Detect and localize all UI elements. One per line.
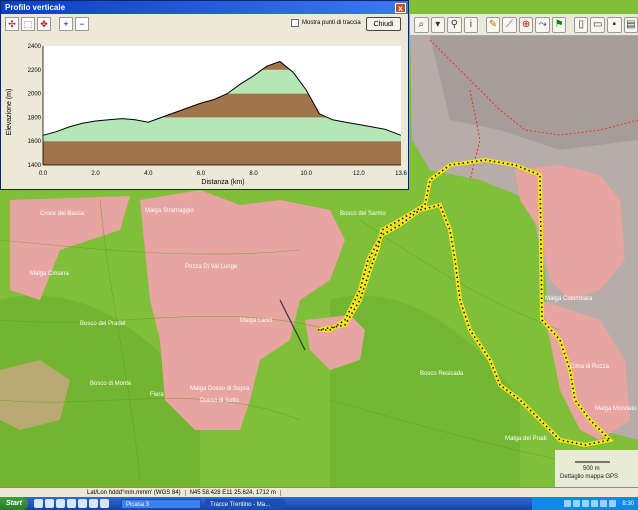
map-label: Pozza Di Val Lunge [185, 264, 238, 270]
x-tick-label: 0.0 [39, 171, 48, 177]
tray-icon[interactable] [573, 500, 581, 507]
close-icon[interactable]: x [395, 2, 406, 13]
map-label: Bosco del Sarmo [340, 211, 386, 217]
map-label: Malga Mondato [595, 406, 637, 412]
y-tick-label: 2200 [28, 68, 42, 74]
map-label: Fiera [150, 392, 164, 398]
tray-icon[interactable] [600, 500, 608, 507]
search-icon[interactable]: ⚲ [447, 16, 462, 33]
y-tick-label: 1400 [28, 163, 42, 169]
map-label: Bosco Resicada [420, 371, 464, 377]
measure-icon[interactable]: ⟋ [502, 16, 517, 33]
track-icon[interactable]: ⤳ [535, 16, 550, 33]
pencil-icon[interactable]: ✎ [485, 16, 501, 33]
tray-icon[interactable] [591, 500, 599, 507]
profile-toolbar: ✣ ⬚ ✥ + − Mostra punti di traccia Chiudi [1, 14, 408, 34]
zoom-in-icon[interactable]: + [59, 17, 73, 31]
x-axis-label: Distanza (km) [201, 179, 244, 186]
windows-taskbar: Start Picasa 3 Tracce Trentino - Ma... 8… [0, 497, 638, 510]
tray-icon[interactable] [564, 500, 572, 507]
x-tick-label: 12.0 [353, 171, 365, 177]
map-label: Malga Stramaggio [145, 208, 194, 214]
quicklaunch-icon[interactable] [34, 499, 43, 508]
quicklaunch-icon[interactable] [100, 499, 109, 508]
map-label: Malga dei Pradi [505, 436, 547, 442]
tray-icon[interactable] [582, 500, 590, 507]
show-points-label: Mostra punti di traccia [302, 20, 361, 26]
move-cross-icon[interactable]: ✣ [5, 17, 19, 31]
quicklaunch-icon[interactable] [56, 499, 65, 508]
map-label: Dosso di Sotto [200, 398, 240, 404]
zoom-box-icon[interactable]: ⬚ [21, 17, 35, 31]
map-label: Malga Dosso di Sopra [190, 386, 250, 392]
quicklaunch-icon[interactable] [67, 499, 76, 508]
map-label: Bosco del Pradel [80, 321, 125, 327]
x-tick-labels: 0.0 2.0 4.0 6.0 8.0 10.0 12.0 13.6 [39, 171, 408, 177]
y-tick-label: 2000 [28, 92, 42, 98]
map-credit: Dettaglio mappa GPS [560, 474, 618, 480]
x-tick-label: 8.0 [249, 171, 258, 177]
x-tick-label: 4.0 [144, 171, 153, 177]
window-title: Profilo verticale [5, 3, 66, 12]
quicklaunch-icon[interactable] [78, 499, 87, 508]
show-points-checkbox[interactable]: Mostra punti di traccia [291, 19, 361, 27]
map-label: Malga Cimana [30, 271, 69, 277]
taskbar-item-picasa[interactable]: Picasa 3 [121, 498, 201, 509]
save-icon[interactable]: ▪ [607, 16, 622, 33]
info-icon[interactable]: i [463, 16, 479, 33]
tray-icon[interactable] [609, 500, 617, 507]
waypoint-icon[interactable]: ⚑ [551, 16, 567, 33]
x-tick-label: 2.0 [91, 171, 100, 177]
quicklaunch-icon[interactable] [89, 499, 98, 508]
x-tick-label: 13.6 [395, 171, 407, 177]
zoom-out-icon[interactable]: − [75, 17, 89, 31]
elevation-band [43, 141, 401, 165]
y-tick-label: 1800 [28, 115, 42, 121]
coord-system: Lat/Lon hddd°mm.mmm' (WGS 84) [83, 490, 186, 496]
binoculars-icon[interactable]: ⌕ [414, 16, 429, 33]
y-tick-labels: 1400 1600 1800 2000 2200 2400 [28, 44, 42, 169]
map-label: Bosco di Monte [90, 381, 132, 387]
open-icon[interactable]: ▭ [590, 16, 605, 33]
start-button[interactable]: Start [0, 497, 28, 510]
system-tray: 8:30 [532, 497, 638, 510]
pan-icon[interactable]: ✥ [37, 17, 51, 31]
clock: 8:30 [622, 500, 634, 507]
y-tick-label: 2400 [28, 44, 42, 50]
quicklaunch-icon[interactable] [45, 499, 54, 508]
taskbar-item-tracce[interactable]: Tracce Trentino - Ma... [205, 498, 285, 509]
map-label: Malga Colombara [545, 296, 593, 302]
filter-icon[interactable]: ▾ [430, 16, 446, 33]
cursor-coords: N45 58.428 E11 25.624, 1712 m [186, 490, 281, 496]
elevation-profile-window: Profilo verticale x ✣ ⬚ ✥ + − Mostra pun… [0, 0, 409, 190]
x-tick-label: 6.0 [197, 171, 206, 177]
checkbox-box[interactable] [291, 19, 299, 27]
gps-icon[interactable]: ⊕ [518, 16, 534, 33]
y-axis-label: Elevazione (m) [6, 89, 13, 136]
y-tick-label: 1600 [28, 139, 42, 145]
map-label: Malga Larici [240, 318, 272, 324]
map-label: Croce del Bassa [40, 211, 85, 217]
elevation-chart[interactable]: 0.0 2.0 4.0 6.0 8.0 10.0 12.0 13.6 1400 1600 1800… [1, 34, 408, 190]
close-button[interactable]: Chiudi [366, 17, 401, 31]
new-icon[interactable]: ▯ [573, 16, 589, 33]
map-label: Cima di Rozza [570, 364, 610, 370]
main-toolbar: ⌕ ▾ ⚲ i ✎ ⟋ ⊕ ⤳ ⚑ ▯ ▭ ▪ ▤ [410, 14, 638, 36]
x-tick-label: 10.0 [300, 171, 312, 177]
scale-label: 500 m [583, 466, 600, 472]
window-titlebar[interactable]: Profilo verticale x [1, 1, 408, 14]
print-icon[interactable]: ▤ [623, 16, 638, 33]
